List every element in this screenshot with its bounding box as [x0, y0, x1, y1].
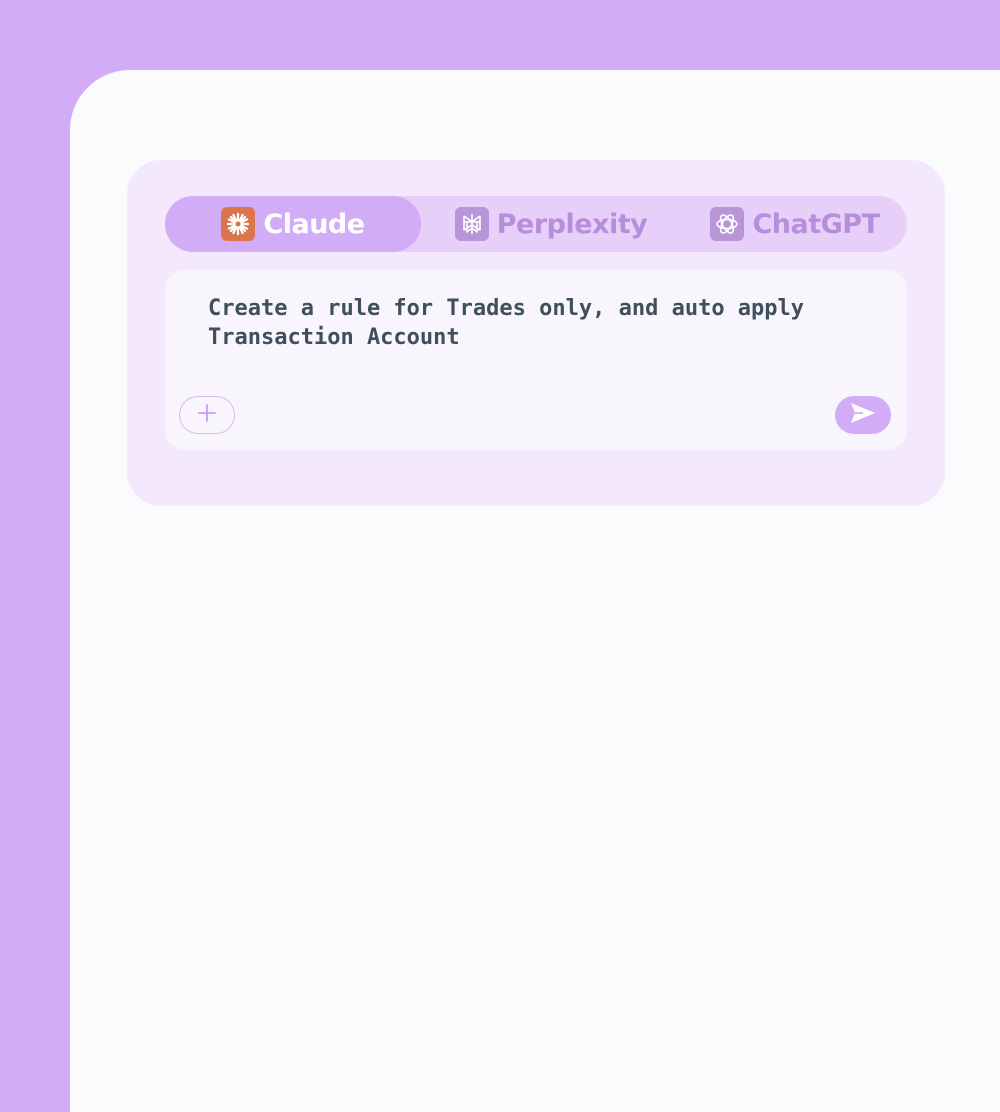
prompt-card: Claude Perplexity ChatGPT Create a rule …: [127, 160, 945, 506]
send-icon: [849, 401, 877, 429]
tab-claude-label: Claude: [263, 208, 365, 240]
add-attachment-button[interactable]: [179, 396, 235, 434]
chatgpt-icon: [710, 207, 745, 241]
prompt-input[interactable]: Create a rule for Trades only, and auto …: [208, 294, 868, 352]
model-tab-bar: Claude Perplexity ChatGPT: [165, 196, 907, 252]
perplexity-icon: [454, 207, 489, 241]
tab-perplexity-label: Perplexity: [496, 208, 648, 240]
prompt-input-box[interactable]: Create a rule for Trades only, and auto …: [165, 270, 907, 450]
claude-sparkle-icon: [221, 207, 256, 241]
tab-claude[interactable]: Claude: [165, 196, 421, 252]
tab-perplexity[interactable]: Perplexity: [427, 196, 675, 252]
tab-chatgpt[interactable]: ChatGPT: [683, 196, 907, 252]
plus-icon: [197, 403, 217, 427]
tab-chatgpt-label: ChatGPT: [752, 208, 880, 240]
send-button[interactable]: [835, 396, 891, 434]
